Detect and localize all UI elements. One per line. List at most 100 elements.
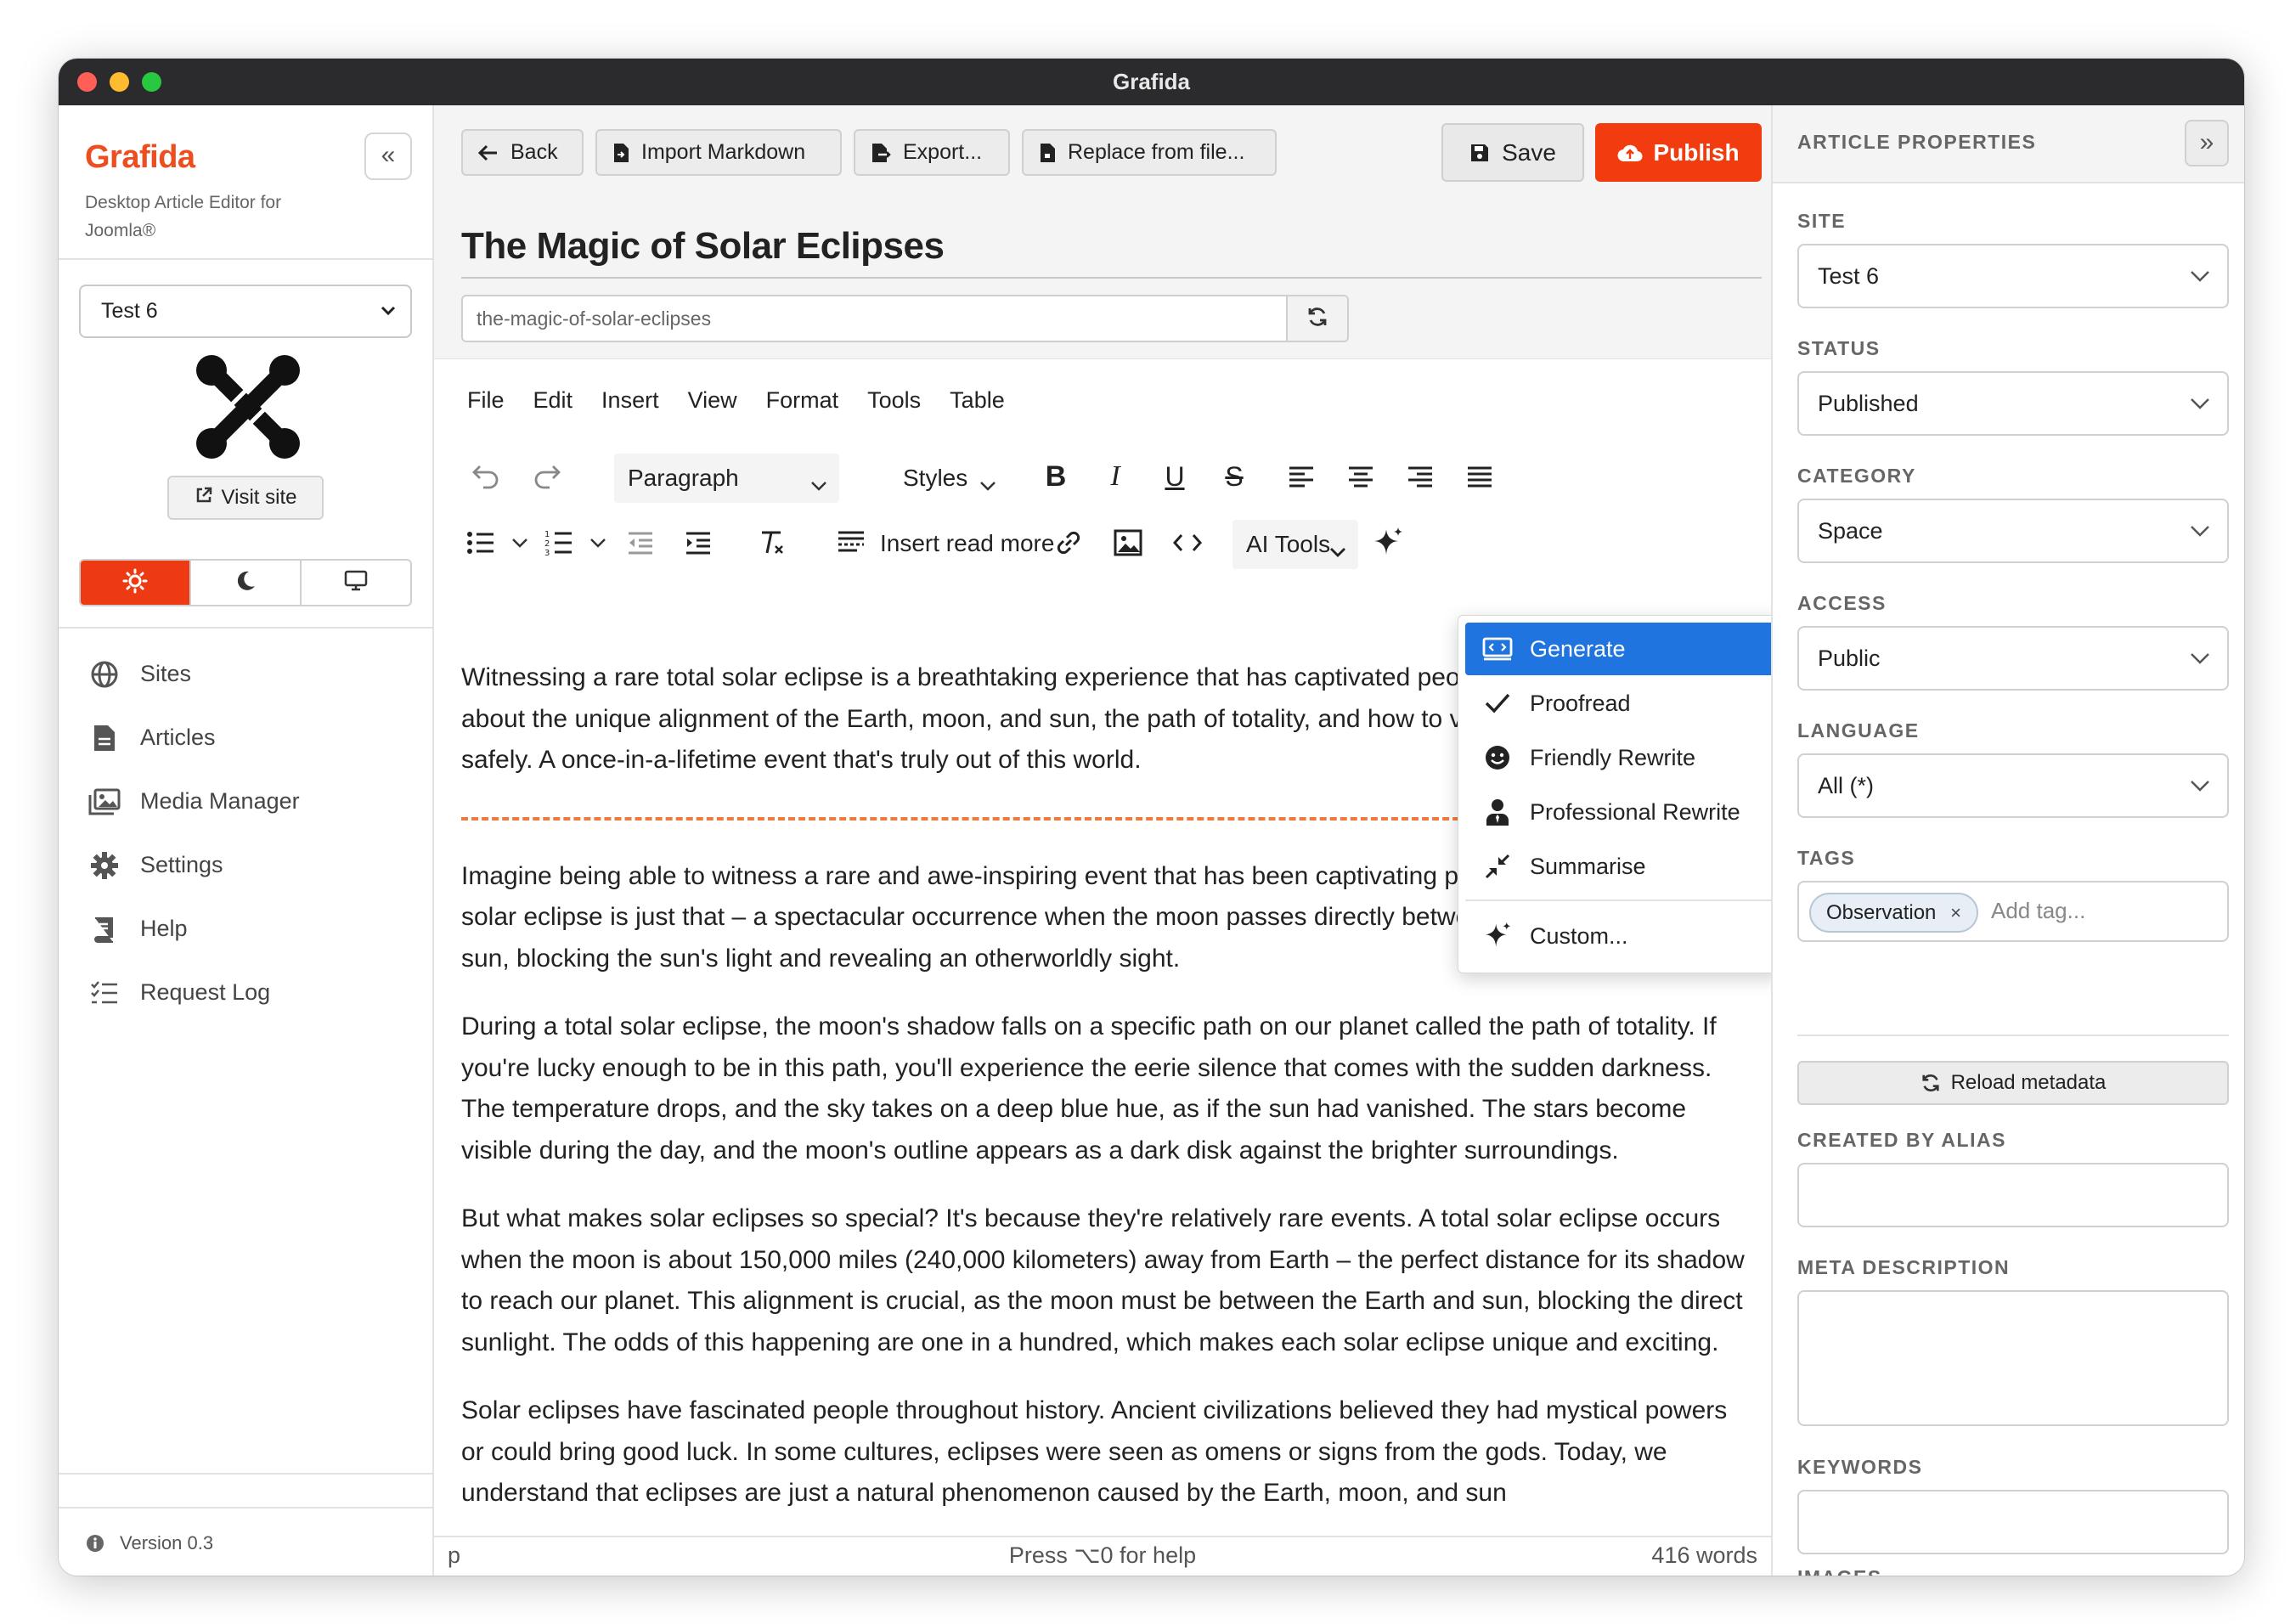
- collapse-sidebar-button[interactable]: «: [364, 133, 412, 180]
- sidebar-item-settings[interactable]: Settings: [59, 833, 432, 897]
- alias-input[interactable]: the-magic-of-solar-eclipses: [463, 296, 1287, 341]
- category-label: CATEGORY: [1797, 465, 1916, 487]
- sidebar-item-help[interactable]: Help: [59, 897, 432, 961]
- file-import-icon: [612, 143, 629, 163]
- clear-formatting-icon[interactable]: [753, 525, 789, 561]
- menu-tools[interactable]: Tools: [867, 387, 921, 414]
- italic-icon[interactable]: I: [1097, 459, 1133, 494]
- menu-format[interactable]: Format: [766, 387, 839, 414]
- menu-item-proofread[interactable]: Proofread: [1465, 677, 1774, 730]
- theme-dark-button[interactable]: [191, 561, 302, 605]
- sparkle-icon[interactable]: [1368, 523, 1407, 562]
- svg-text:1: 1: [544, 530, 550, 539]
- menu-item-summarise[interactable]: Summarise: [1465, 840, 1774, 893]
- keywords-input[interactable]: [1797, 1490, 2229, 1554]
- editor-menubar: File Edit Insert View Format Tools Table: [434, 359, 1771, 442]
- images-icon: [87, 785, 121, 819]
- ai-tools-button[interactable]: AI Tools: [1232, 520, 1358, 569]
- redo-icon[interactable]: [529, 459, 565, 494]
- external-link-icon: [195, 478, 213, 519]
- refresh-icon: [1306, 306, 1328, 332]
- bold-icon[interactable]: B: [1038, 459, 1074, 494]
- menu-edit[interactable]: Edit: [533, 387, 573, 414]
- close-window-button[interactable]: [77, 72, 97, 92]
- add-tag-input[interactable]: Add tag...: [1991, 898, 2085, 924]
- menu-insert[interactable]: Insert: [601, 387, 659, 414]
- menu-view[interactable]: View: [688, 387, 737, 414]
- version-label: Version 0.3: [120, 1532, 214, 1554]
- chevron-down-icon[interactable]: [585, 525, 611, 561]
- underline-icon[interactable]: U: [1157, 459, 1193, 494]
- status-dropdown[interactable]: Published: [1797, 371, 2229, 436]
- chevron-down-icon[interactable]: [507, 525, 533, 561]
- language-dropdown[interactable]: All (*): [1797, 753, 2229, 818]
- save-button[interactable]: Save: [1441, 123, 1584, 182]
- menu-item-professional-rewrite[interactable]: Professional Rewrite: [1465, 786, 1774, 838]
- article-header: Back Import Markdown Export... Replace f…: [434, 105, 1771, 359]
- menu-item-label: Professional Rewrite: [1530, 798, 1740, 825]
- menu-file[interactable]: File: [467, 387, 505, 414]
- numbered-list-icon[interactable]: 123: [541, 525, 577, 561]
- insert-read-more-button[interactable]: Insert read more: [880, 530, 1054, 557]
- menu-item-friendly-rewrite[interactable]: Friendly Rewrite: [1465, 731, 1774, 784]
- menu-item-custom[interactable]: Custom...: [1465, 910, 1774, 962]
- site-value: Test 6: [1818, 263, 1880, 289]
- source-code-icon[interactable]: [1170, 525, 1205, 561]
- align-center-icon[interactable]: [1343, 459, 1379, 494]
- undo-icon[interactable]: [468, 459, 504, 494]
- read-more-icon[interactable]: [833, 525, 869, 561]
- moon-icon: [233, 568, 258, 598]
- align-right-icon[interactable]: [1402, 459, 1438, 494]
- access-dropdown[interactable]: Public: [1797, 626, 2229, 691]
- styles-select[interactable]: Styles: [889, 454, 1008, 503]
- block-format-select[interactable]: Paragraph: [614, 454, 839, 503]
- site-dropdown[interactable]: Test 6: [1797, 244, 2229, 308]
- menu-item-label: Custom...: [1530, 922, 1628, 949]
- created-by-alias-input[interactable]: [1797, 1163, 2229, 1227]
- chevron-down-icon: [2190, 500, 2210, 584]
- sidebar-item-label: Sites: [140, 661, 192, 686]
- strikethrough-icon[interactable]: S: [1216, 459, 1252, 494]
- collapse-properties-button[interactable]: »: [2185, 120, 2229, 166]
- sidebar-item-media-manager[interactable]: Media Manager: [59, 770, 432, 833]
- outdent-icon[interactable]: [623, 525, 658, 561]
- word-count[interactable]: 416 words: [1651, 1542, 1757, 1569]
- theme-system-button[interactable]: [302, 561, 410, 605]
- brand-title: Grafida: [85, 139, 195, 175]
- export-button[interactable]: Export...: [854, 129, 1010, 176]
- floppy-disk-icon: [1469, 143, 1490, 163]
- publish-button[interactable]: Publish: [1595, 123, 1762, 182]
- sidebar-item-label: Articles: [140, 725, 216, 750]
- align-justify-icon[interactable]: [1462, 459, 1498, 494]
- sidebar-item-request-log[interactable]: Request Log: [59, 961, 432, 1024]
- indent-icon[interactable]: [680, 525, 716, 561]
- align-left-icon[interactable]: [1283, 459, 1319, 494]
- link-icon[interactable]: [1051, 525, 1086, 561]
- sidebar-item-sites[interactable]: Sites: [59, 642, 432, 706]
- styles-value: Styles: [903, 465, 968, 491]
- import-markdown-button[interactable]: Import Markdown: [595, 129, 842, 176]
- minimize-window-button[interactable]: [110, 72, 129, 92]
- reload-metadata-button[interactable]: Reload metadata: [1797, 1061, 2229, 1105]
- back-button[interactable]: Back: [461, 129, 584, 176]
- regenerate-alias-button[interactable]: [1286, 296, 1347, 341]
- visit-site-button[interactable]: Visit site: [167, 476, 324, 520]
- app-window: Grafida Grafida Desktop Article Editor f…: [59, 59, 2244, 1576]
- image-icon[interactable]: [1110, 525, 1146, 561]
- joomla-logo: [193, 352, 303, 462]
- bullet-list-icon[interactable]: [463, 525, 499, 561]
- brand-subtitle: Desktop Article Editor for Joomla®: [85, 193, 282, 240]
- sidebar-item-articles[interactable]: Articles: [59, 706, 432, 770]
- remove-tag-icon[interactable]: ×: [1950, 902, 1961, 923]
- category-dropdown[interactable]: Space: [1797, 499, 2229, 563]
- menu-item-generate[interactable]: Generate: [1465, 623, 1774, 675]
- maximize-window-button[interactable]: [142, 72, 161, 92]
- article-title-input[interactable]: The Magic of Solar Eclipses: [461, 221, 1762, 279]
- theme-light-button[interactable]: [81, 561, 191, 605]
- replace-from-file-button[interactable]: Replace from file...: [1022, 129, 1277, 176]
- tags-field[interactable]: Observation × Add tag...: [1797, 881, 2229, 942]
- site-select[interactable]: Test 6: [79, 285, 412, 338]
- menu-table[interactable]: Table: [950, 387, 1005, 414]
- meta-description-textarea[interactable]: [1797, 1290, 2229, 1426]
- person-tie-icon: [1481, 795, 1514, 829]
